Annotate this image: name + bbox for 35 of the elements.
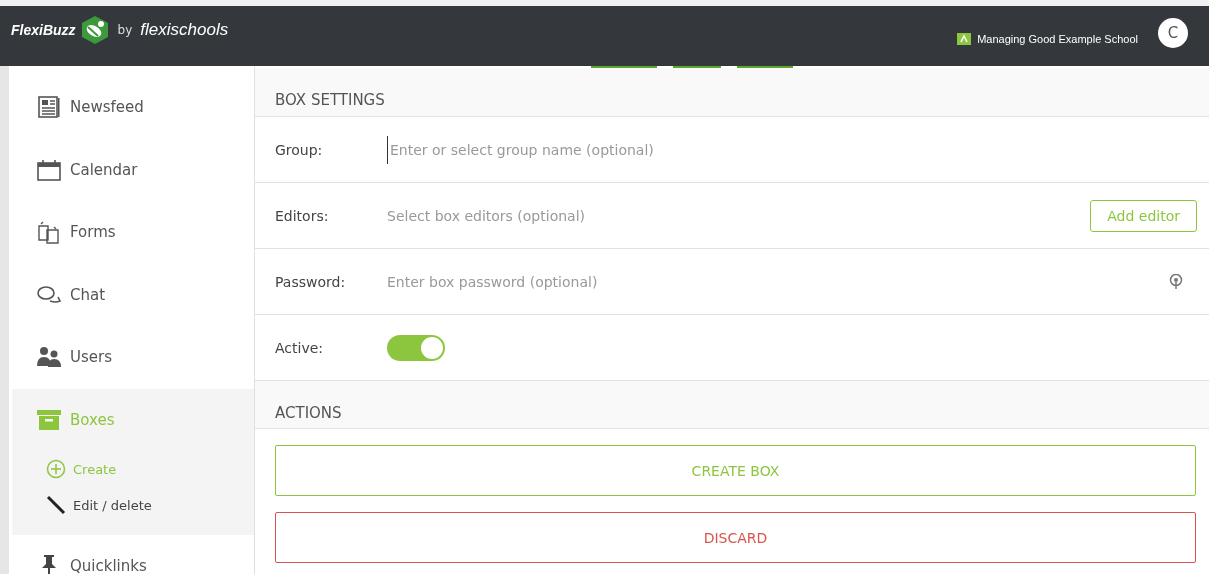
nav-item[interactable]: Forms xyxy=(12,201,254,264)
school-name[interactable]: Managing Good Example School xyxy=(977,33,1138,45)
newspaper-icon xyxy=(36,96,62,119)
field-label: Active: xyxy=(275,339,325,356)
nav-subitem[interactable]: Edit / delete xyxy=(12,487,254,523)
toggle-switch[interactable] xyxy=(387,334,445,361)
nav-item[interactable]: Quicklinks xyxy=(12,535,254,574)
nav-item[interactable]: Newsfeed xyxy=(12,76,254,139)
bee-logo-icon xyxy=(79,15,110,45)
brand-name: FlexiBuzz xyxy=(11,22,76,38)
text-field[interactable]: Enter or select group name (optional) xyxy=(387,135,1197,164)
partner-name: flexischools xyxy=(140,20,229,40)
by-text: by xyxy=(117,23,133,37)
password-field[interactable]: Enter box password (optional) xyxy=(387,267,1169,296)
nav-item[interactable]: Users xyxy=(12,326,254,389)
tab-indicator xyxy=(591,66,657,68)
section-title: ACTIONS xyxy=(275,404,342,422)
users-icon xyxy=(36,346,62,369)
school-icon xyxy=(957,33,972,45)
nav-item[interactable]: Calendar xyxy=(12,138,254,201)
calendar-icon xyxy=(36,158,62,181)
tab-indicator xyxy=(673,66,721,68)
field-label: Password: xyxy=(275,273,347,290)
field-label: Editors: xyxy=(275,207,330,224)
documents-icon xyxy=(36,220,62,245)
plus-circle-icon xyxy=(46,459,66,479)
archive-box-icon xyxy=(36,408,62,431)
avatar[interactable]: C xyxy=(1158,18,1188,48)
nav-item[interactable]: Chat xyxy=(12,263,254,326)
text-field[interactable]: Select box editors (optional) xyxy=(387,201,1091,230)
discard-button[interactable]: DISCARD xyxy=(275,512,1196,563)
field-label: Group: xyxy=(275,141,324,158)
section-title: BOX SETTINGS xyxy=(275,91,385,109)
chat-icon xyxy=(36,284,62,305)
tab-indicator xyxy=(737,66,793,68)
